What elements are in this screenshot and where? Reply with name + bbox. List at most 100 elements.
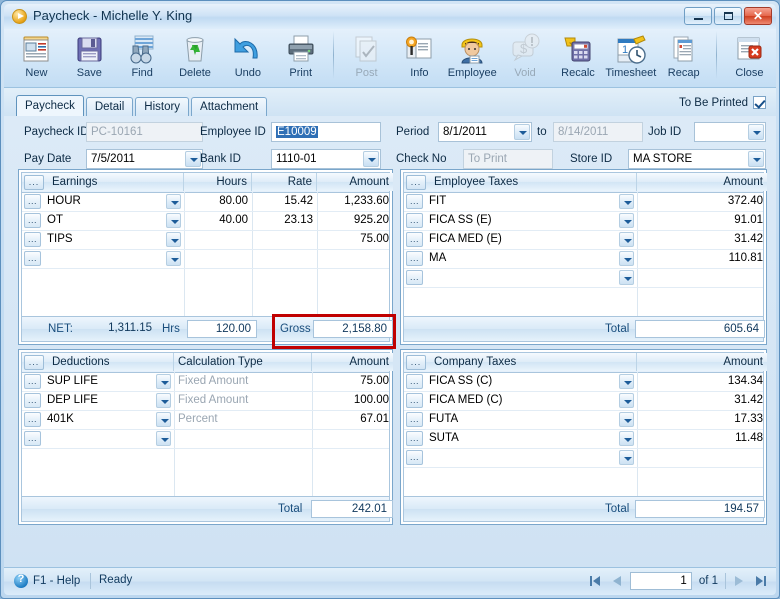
next-page-button[interactable] (730, 572, 748, 590)
deductions-header-button[interactable]: ... (24, 355, 44, 370)
earnings-rate[interactable]: 15.42 (252, 192, 317, 210)
company-taxes-header-cell[interactable]: ... Company Taxes (404, 353, 637, 371)
table-row[interactable]: ... SUP LIFE Fixed Amount 75.00 (22, 372, 389, 392)
chevron-down-icon[interactable] (166, 213, 181, 228)
chevron-down-icon[interactable] (166, 232, 181, 247)
earnings-code[interactable] (43, 249, 163, 267)
toolbar-button-post[interactable]: Post (340, 29, 393, 85)
toolbar-button-timesheet[interactable]: 1 Timesheet (604, 29, 657, 85)
company-tax-code[interactable]: SUTA (425, 429, 595, 447)
employee-tax-code[interactable] (425, 268, 595, 286)
employee-id-input[interactable]: E10009 (271, 122, 381, 142)
deduction-amount[interactable]: 75.00 (312, 372, 393, 390)
row-selector-button[interactable]: ... (406, 251, 423, 266)
company-tax-amount[interactable]: 17.33 (637, 410, 767, 428)
close-button[interactable]: ✕ (744, 7, 772, 25)
chevron-down-icon[interactable] (619, 431, 634, 446)
earnings-amount[interactable]: 925.20 (317, 211, 393, 229)
chevron-down-icon[interactable] (156, 412, 171, 427)
table-row[interactable]: ... (22, 429, 389, 449)
earnings-header-cell[interactable]: ... Earnings (22, 173, 184, 191)
employee-tax-amount[interactable]: 110.81 (637, 249, 767, 267)
company-tax-code[interactable]: FUTA (425, 410, 595, 428)
toolbar-button-delete[interactable]: Delete (169, 29, 222, 85)
company-tax-amount[interactable]: 11.48 (637, 429, 767, 447)
earnings-header-button[interactable]: ... (24, 175, 44, 190)
chevron-down-icon[interactable] (619, 213, 634, 228)
toolbar-button-recalc[interactable]: Recalc (552, 29, 605, 85)
deduction-calc-type[interactable]: Fixed Amount (174, 391, 312, 409)
row-selector-button[interactable]: ... (24, 412, 41, 427)
table-row[interactable]: ... FICA MED (E) 31.42 (404, 230, 763, 250)
toolbar-button-new[interactable]: New (10, 29, 63, 85)
help-group[interactable]: F1 - Help (14, 573, 80, 588)
earnings-header-amount[interactable]: Amount (317, 173, 393, 191)
row-selector-button[interactable]: ... (406, 232, 423, 247)
employee-tax-code[interactable]: FIT (425, 192, 595, 210)
table-row[interactable]: ... FUTA 17.33 (404, 410, 763, 430)
employee-tax-amount[interactable]: 31.42 (637, 230, 767, 248)
chevron-down-icon[interactable] (748, 151, 764, 167)
deduction-code[interactable]: 401K (43, 410, 153, 428)
table-row[interactable]: ... TIPS 75.00 (22, 230, 389, 250)
employee-tax-code[interactable]: MA (425, 249, 595, 267)
chevron-down-icon[interactable] (619, 232, 634, 247)
chevron-down-icon[interactable] (156, 374, 171, 389)
chevron-down-icon[interactable] (619, 393, 634, 408)
earnings-amount[interactable]: 75.00 (317, 230, 393, 248)
employee-taxes-total-value[interactable]: 605.64 (635, 320, 765, 338)
row-selector-button[interactable]: ... (406, 431, 423, 446)
earnings-code[interactable]: HOUR (43, 192, 163, 210)
deductions-header-cell[interactable]: ... Deductions (22, 353, 174, 371)
to-be-printed-checkbox[interactable] (753, 96, 766, 109)
row-selector-button[interactable]: ... (406, 270, 423, 285)
previous-page-button[interactable] (608, 572, 626, 590)
row-selector-button[interactable]: ... (406, 194, 423, 209)
chevron-down-icon[interactable] (748, 124, 764, 140)
table-row[interactable]: ... FIT 372.40 (404, 192, 763, 212)
earnings-amount[interactable]: 1,233.60 (317, 192, 393, 210)
company-tax-code[interactable]: FICA SS (C) (425, 372, 595, 390)
employee-tax-code[interactable]: FICA MED (E) (425, 230, 595, 248)
table-row[interactable]: ... FICA SS (C) 134.34 (404, 372, 763, 392)
earnings-hours[interactable]: 40.00 (184, 211, 252, 229)
earnings-header-rate[interactable]: Rate (252, 173, 317, 191)
table-row[interactable]: ... MA 110.81 (404, 249, 763, 269)
deduction-code[interactable] (43, 429, 153, 447)
pay-date-dropdown[interactable]: 7/5/2011 (86, 149, 203, 169)
bank-id-dropdown[interactable]: 1110-01 (271, 149, 381, 169)
chevron-down-icon[interactable] (363, 151, 379, 167)
paycheck-id-input[interactable]: PC-10161 (86, 122, 203, 142)
page-number-input[interactable]: 1 (629, 572, 692, 590)
row-selector-button[interactable]: ... (24, 251, 41, 266)
chevron-down-icon[interactable] (156, 431, 171, 446)
tab-detail[interactable]: Detail (85, 97, 134, 116)
table-row[interactable]: ... SUTA 11.48 (404, 429, 763, 449)
row-selector-button[interactable]: ... (24, 194, 41, 209)
earnings-hours[interactable]: 80.00 (184, 192, 252, 210)
row-selector-button[interactable]: ... (406, 450, 423, 465)
table-row[interactable]: ... HOUR 80.00 15.42 1,233.60 (22, 192, 389, 212)
deductions-total-value[interactable]: 242.01 (311, 500, 393, 518)
table-row[interactable]: ... FICA SS (E) 91.01 (404, 211, 763, 231)
table-row[interactable]: ... OT 40.00 23.13 925.20 (22, 211, 389, 231)
employee-tax-code[interactable]: FICA SS (E) (425, 211, 595, 229)
toolbar-button-info[interactable]: Info (393, 29, 446, 85)
job-id-dropdown[interactable] (694, 122, 766, 142)
table-row[interactable]: ... DEP LIFE Fixed Amount 100.00 (22, 391, 389, 411)
chevron-down-icon[interactable] (619, 194, 634, 209)
toolbar-button-undo[interactable]: Undo (221, 29, 274, 85)
toolbar-button-close[interactable]: Close (723, 29, 776, 85)
period-from-dropdown[interactable]: 8/1/2011 (438, 122, 532, 142)
chevron-down-icon[interactable] (619, 251, 634, 266)
earnings-hours[interactable] (184, 230, 252, 248)
tab-history[interactable]: History (135, 97, 190, 116)
first-page-button[interactable] (586, 572, 604, 590)
maximize-button[interactable] (714, 7, 742, 25)
last-page-button[interactable] (752, 572, 770, 590)
deduction-code[interactable]: SUP LIFE (43, 372, 153, 390)
row-selector-button[interactable]: ... (24, 213, 41, 228)
gross-value[interactable]: 2,158.80 (313, 320, 393, 338)
earnings-code[interactable]: TIPS (43, 230, 163, 248)
deduction-amount[interactable]: 67.01 (312, 410, 393, 428)
